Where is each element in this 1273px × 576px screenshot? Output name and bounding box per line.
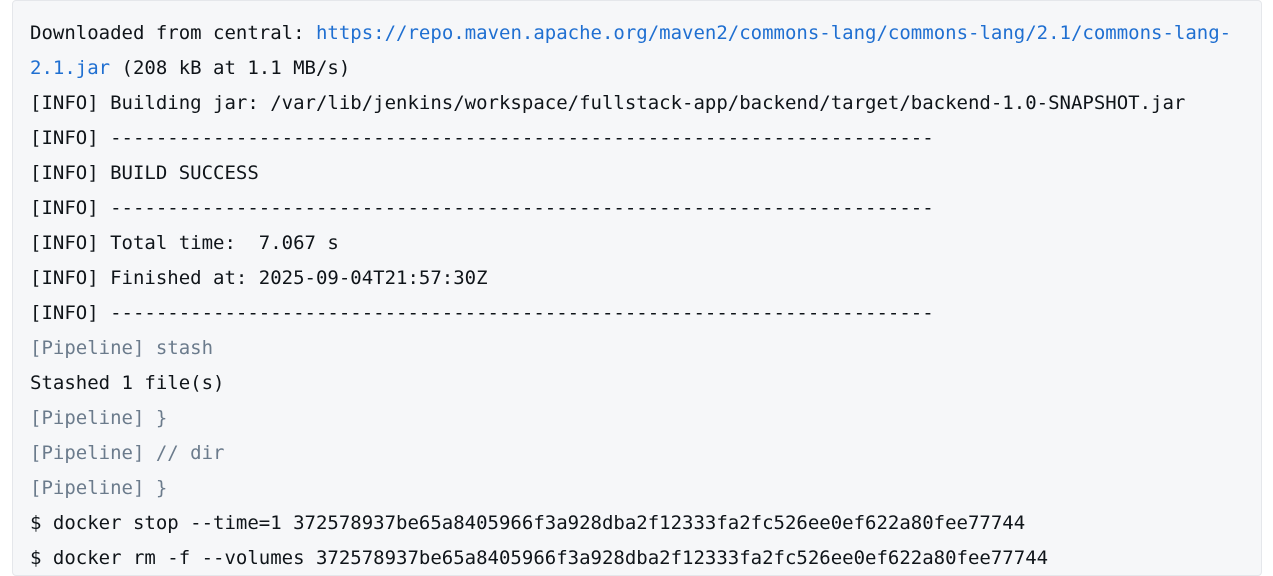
log-line-separator: [INFO] ---------------------------------…	[30, 127, 934, 149]
pipeline-step-line: [Pipeline] }	[30, 407, 168, 429]
log-line-download: Downloaded from central: https://repo.ma…	[30, 16, 1231, 51]
log-line-separator: [INFO] ---------------------------------…	[30, 197, 934, 219]
log-line-build-status: [INFO] BUILD SUCCESS	[30, 162, 259, 184]
artifact-url-link[interactable]: https://repo.maven.apache.org/maven2/com…	[316, 22, 1231, 44]
artifact-url-link-cont[interactable]: 2.1.jar	[30, 57, 110, 79]
log-line-finished-at: [INFO] Finished at: 2025-09-04T21:57:30Z	[30, 267, 488, 289]
log-line-separator: [INFO] ---------------------------------…	[30, 302, 934, 324]
log-line: Stashed 1 file(s)	[30, 372, 225, 394]
log-text: (208 kB at 1.1 MB/s)	[110, 57, 351, 79]
shell-command-line: $ docker rm -f --volumes 372578937be65a8…	[30, 547, 1049, 569]
log-line: [INFO] Building jar: /var/lib/jenkins/wo…	[30, 92, 1186, 114]
pipeline-step-line: [Pipeline] }	[30, 477, 168, 499]
console-log: Downloaded from central: https://repo.ma…	[30, 16, 1231, 575]
console-output-panel: Downloaded from central: https://repo.ma…	[12, 0, 1262, 576]
pipeline-step-line: [Pipeline] stash	[30, 337, 214, 359]
log-line-total-time: [INFO] Total time: 7.067 s	[30, 232, 339, 254]
log-line-download-cont: 2.1.jar (208 kB at 1.1 MB/s)	[30, 51, 1231, 86]
pipeline-step-line: [Pipeline] // dir	[30, 442, 225, 464]
log-text: Downloaded from central:	[30, 22, 316, 44]
shell-command-line: $ docker stop --time=1 372578937be65a840…	[30, 512, 1026, 534]
